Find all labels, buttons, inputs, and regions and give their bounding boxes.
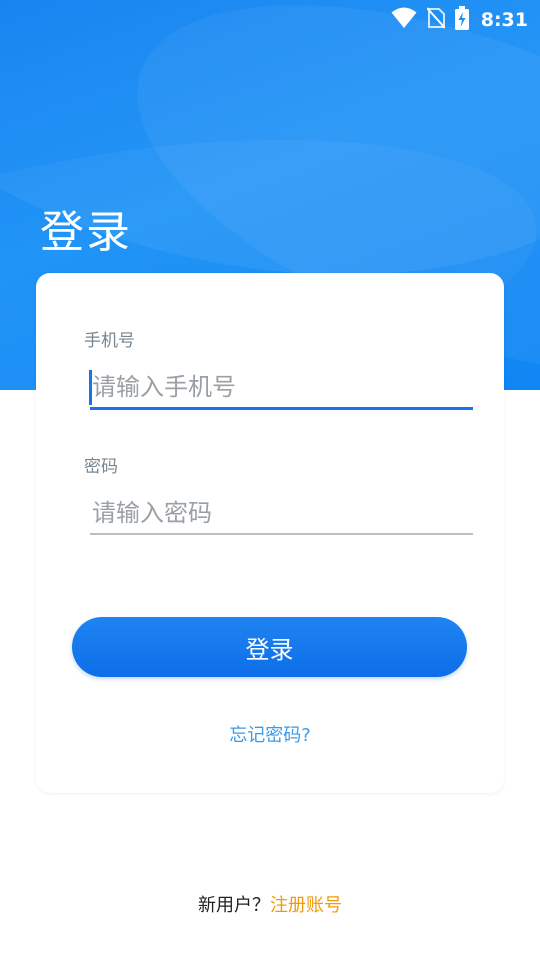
password-label: 密码 <box>84 457 118 477</box>
no-sim-icon <box>425 7 446 33</box>
login-button-label: 登录 <box>245 635 294 664</box>
forgot-password-link[interactable]: 忘记密码? <box>0 721 540 747</box>
wifi-icon <box>391 7 417 33</box>
password-input-underline <box>90 533 473 535</box>
login-button[interactable]: 登录 <box>72 617 467 677</box>
clock: 8:31 <box>480 9 528 31</box>
phone-label: 手机号 <box>84 331 135 351</box>
password-input[interactable] <box>90 492 474 534</box>
text-cursor <box>89 370 92 405</box>
page-title: 登录 <box>40 207 132 258</box>
status-bar: 8:31 <box>0 0 540 36</box>
phone-input-underline <box>90 407 473 410</box>
register-prompt: 新用户？注册账号 <box>0 891 540 917</box>
register-link[interactable]: 注册账号 <box>270 895 342 916</box>
new-user-text: 新用户？ <box>198 895 270 916</box>
status-icons: 8:31 <box>391 6 528 34</box>
battery-charging-icon <box>454 6 469 34</box>
phone-input[interactable] <box>90 366 474 408</box>
